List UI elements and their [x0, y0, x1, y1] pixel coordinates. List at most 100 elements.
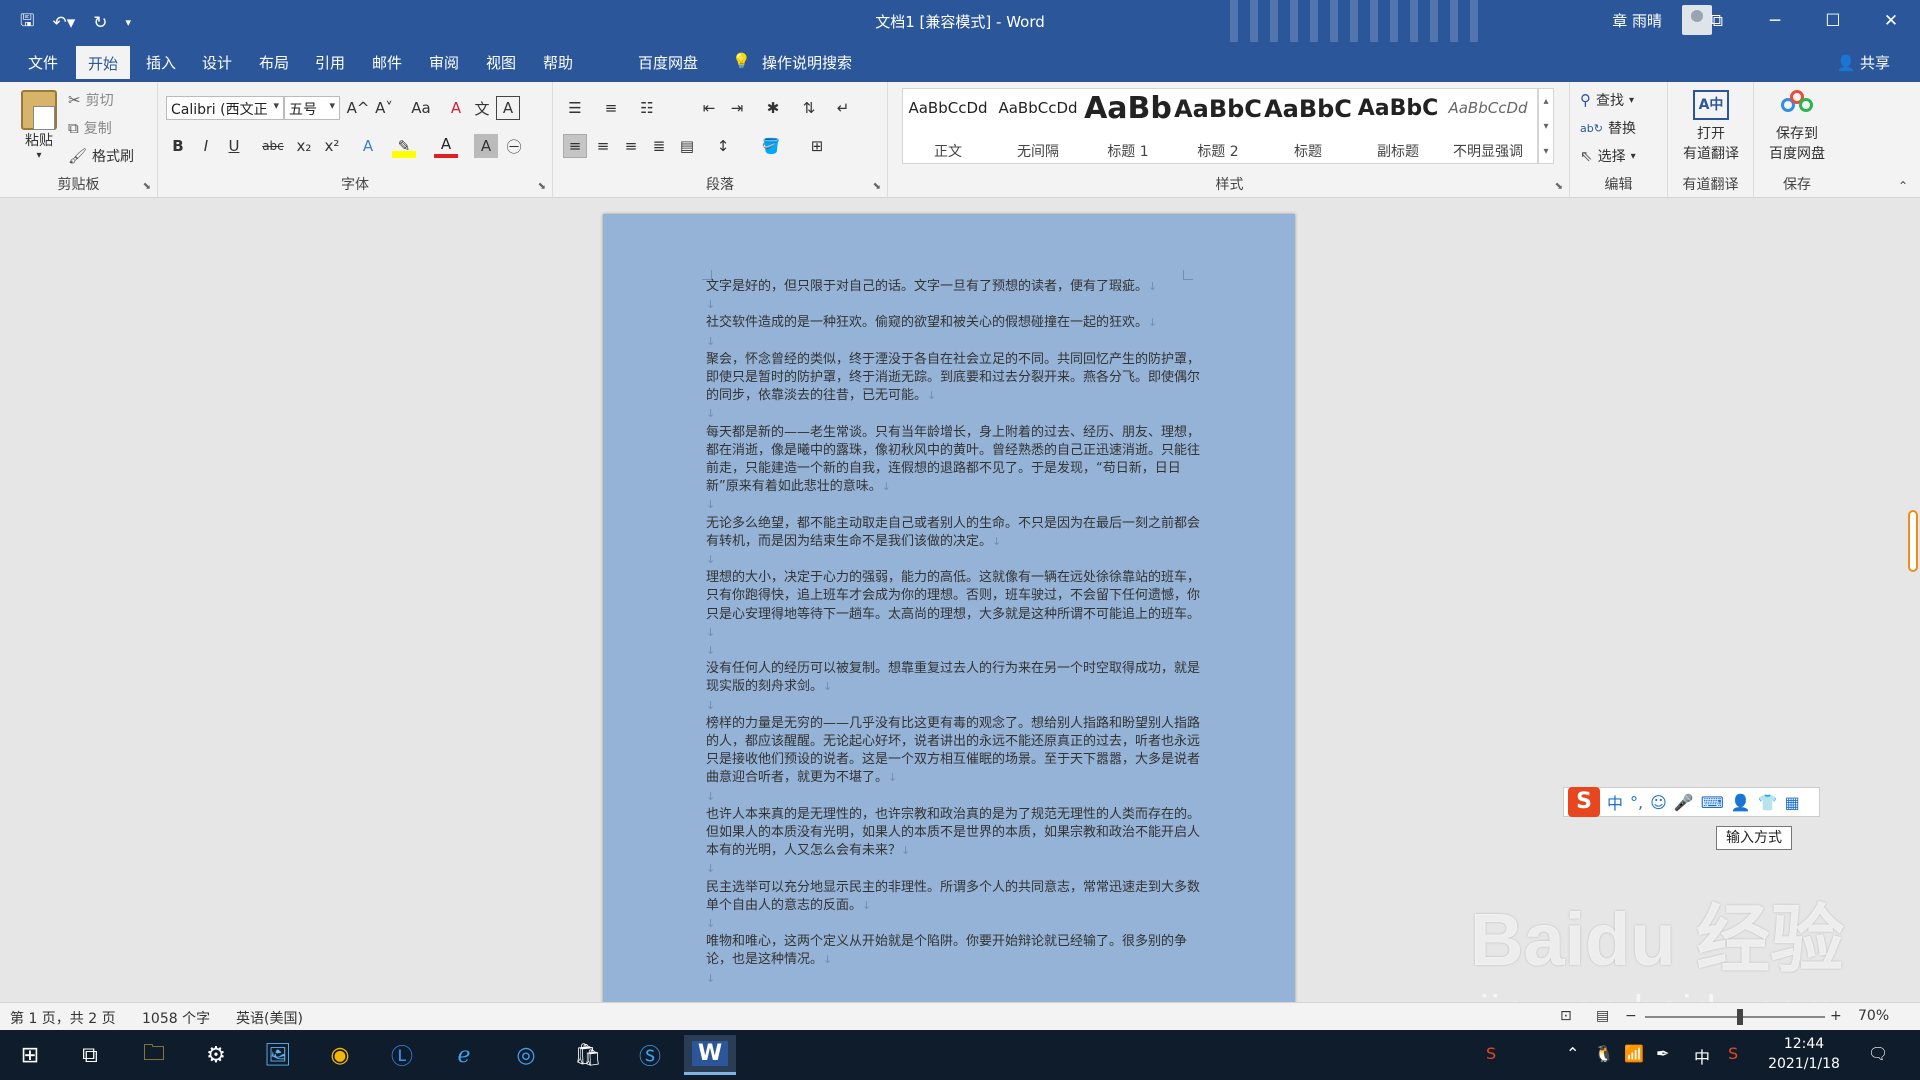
document-paragraph[interactable]: 没有任何人的经历可以被复制。想靠重复过去人的行为来在另一个时空取得成功，就是现实…	[706, 660, 1206, 696]
document-paragraph[interactable]: 文字是好的，但只限于对自己的话。文字一旦有了预想的读者，便有了瑕疵。↓	[706, 278, 1206, 296]
font-color-icon[interactable]: A	[434, 134, 458, 158]
tab-mailings[interactable]: 邮件	[364, 50, 410, 75]
empty-paragraph[interactable]: ↓	[706, 496, 1206, 514]
empty-paragraph[interactable]: ↓	[706, 296, 1206, 314]
ime-keyboard-icon[interactable]: ⌨	[1701, 793, 1724, 812]
tell-me-search[interactable]: 操作说明搜索	[754, 50, 860, 75]
zoom-slider[interactable]	[1645, 1009, 1825, 1025]
style-heading-1[interactable]: AaBb 标题 1	[1083, 89, 1173, 163]
style-no-spacing[interactable]: AaBbCcDd 无间隔	[993, 89, 1083, 163]
replace-button[interactable]: ab↻ 替换	[1580, 118, 1636, 138]
page-count[interactable]: 第 1 页，共 2 页	[10, 1008, 116, 1028]
app-s-icon[interactable]: Ⓢ	[624, 1035, 676, 1075]
copy-button[interactable]: ⧉ 复制	[68, 118, 112, 138]
ime-voice-icon[interactable]: 🎤	[1674, 793, 1694, 812]
align-right-button[interactable]: ≡	[619, 134, 643, 158]
pen-icon[interactable]: ✒	[1656, 1044, 1669, 1063]
word-app-icon[interactable]: W	[684, 1035, 736, 1075]
document-paragraph[interactable]: 聚会，怀念曾经的类似，终于湮没于各自在社会立足的不同。共同回忆产生的防护罩，即使…	[706, 351, 1206, 406]
underline-button[interactable]: U	[222, 134, 246, 158]
ime-mode-chinese[interactable]: 中	[1607, 790, 1623, 814]
line-spacing-icon[interactable]: ↕	[711, 134, 735, 158]
tab-file[interactable]: 文件	[20, 50, 66, 75]
clear-formatting-icon[interactable]: A	[444, 96, 468, 120]
character-border-icon[interactable]: A	[496, 96, 520, 120]
document-paragraph[interactable]: 理想的大小，决定于心力的强弱，能力的高低。这就像有一辆在远处徐徐靠站的班车，只有…	[706, 569, 1206, 642]
bold-button[interactable]: B	[166, 134, 190, 158]
windows-start-icon[interactable]: ⊞	[4, 1035, 56, 1075]
clipboard-launcher-icon[interactable]: ⬊	[143, 181, 151, 192]
sogou-tray-icon-2[interactable]: S	[1728, 1044, 1738, 1063]
settings-icon[interactable]: ⚙	[190, 1035, 242, 1075]
document-paragraph[interactable]: 唯物和唯心，这两个定义从开始就是个陷阱。你要开始辩论就已经输了。很多别的争论，也…	[706, 933, 1206, 969]
document-paragraph[interactable]: 社交软件造成的是一种狂欢。偷窥的欲望和被关心的假想碰撞在一起的狂欢。↓	[706, 314, 1206, 332]
document-paragraph[interactable]: 也许人本来真的是无理性的，也许宗教和政治真的是为了规范无理性的人类而存在的。但如…	[706, 806, 1206, 861]
tab-view[interactable]: 视图	[478, 50, 524, 75]
share-button[interactable]: 👤 共享	[1837, 52, 1890, 73]
empty-paragraph[interactable]: ↓	[706, 970, 1206, 988]
sogou-logo-icon[interactable]: S	[1568, 787, 1600, 817]
paste-dropdown-icon[interactable]: ▾	[14, 150, 64, 161]
text-effects-icon[interactable]: A	[356, 134, 380, 158]
tab-layout[interactable]: 布局	[251, 50, 297, 75]
empty-paragraph[interactable]: ↓	[706, 405, 1206, 423]
search-app-icon[interactable]: ◎	[500, 1035, 552, 1075]
browser-l-icon[interactable]: Ⓛ	[376, 1035, 428, 1075]
zoom-slider-knob[interactable]	[1737, 1009, 1743, 1025]
tab-design[interactable]: 设计	[194, 50, 240, 75]
close-button[interactable]: ✕	[1862, 0, 1920, 42]
ime-toolbox-icon[interactable]: ▦	[1785, 793, 1800, 812]
increase-indent-icon[interactable]: ⇥	[725, 96, 749, 120]
styles-launcher-icon[interactable]: ⬊	[1555, 181, 1563, 192]
document-paragraph[interactable]: 民主选举可以充分地显示民主的非理性。所谓多个人的共同意志，常常迅速走到大多数单个…	[706, 879, 1206, 915]
user-name[interactable]: 章 雨晴	[1612, 10, 1662, 31]
tab-review[interactable]: 审阅	[421, 50, 467, 75]
phonetic-guide-icon[interactable]: 文	[470, 96, 494, 120]
tab-insert[interactable]: 插入	[138, 50, 184, 75]
chinese-layout-icon[interactable]: ✱	[761, 96, 785, 120]
document-body[interactable]: 文字是好的，但只限于对自己的话。文字一旦有了预想的读者，便有了瑕疵。↓ ↓ 社交软件…	[706, 278, 1206, 988]
paste-button[interactable]: 粘贴 ▾	[14, 90, 64, 161]
file-explorer-icon[interactable]: 🗀	[128, 1035, 180, 1075]
styles-scroll[interactable]: ▴ ▾ ▾	[1538, 88, 1554, 164]
tray-expand-icon[interactable]: ⌃	[1566, 1044, 1579, 1063]
document-paragraph[interactable]: 无论多么绝望，都不能主动取走自己或者别人的生命。不只是因为在最后一刻之前都会有转…	[706, 515, 1206, 551]
align-left-button[interactable]: ≡	[563, 134, 587, 158]
italic-button[interactable]: I	[194, 134, 218, 158]
justify-button[interactable]: ≣	[647, 134, 671, 158]
ime-user-icon[interactable]: 👤	[1731, 793, 1751, 812]
decrease-indent-icon[interactable]: ⇤	[697, 96, 721, 120]
empty-paragraph[interactable]: ↓	[706, 551, 1206, 569]
font-name-combo[interactable]: Calibri (西文正	[166, 96, 284, 120]
bullets-icon[interactable]: ☰	[563, 96, 587, 120]
zoom-out-icon[interactable]: −	[1625, 1008, 1637, 1024]
focus-mode-icon[interactable]: ⊡	[1560, 1008, 1572, 1024]
grow-font-icon[interactable]: A^	[346, 96, 370, 120]
save-to-baidu-button[interactable]: 保存到 百度网盘	[1754, 90, 1840, 163]
change-case-icon[interactable]: Aa	[404, 96, 438, 120]
tab-baidu-netdisk[interactable]: 百度网盘	[630, 50, 706, 75]
maximize-button[interactable]: ☐	[1804, 0, 1862, 42]
shading-icon[interactable]: 🪣	[759, 134, 783, 158]
font-launcher-icon[interactable]: ⬊	[538, 181, 546, 192]
word-count[interactable]: 1058 个字	[142, 1008, 210, 1028]
notification-icon[interactable]: 🗨	[1868, 1044, 1888, 1063]
ime-skin-icon[interactable]: 👕	[1758, 793, 1778, 812]
task-view-icon[interactable]: ⧉	[64, 1035, 116, 1075]
style-title[interactable]: AaBbC 标题	[1263, 89, 1353, 163]
document-paragraph[interactable]: 榜样的力量是无穷的——几乎没有比这更有毒的观念了。想给别人指路和盼望别人指路的人…	[706, 715, 1206, 788]
language-status[interactable]: 英语(美国)	[236, 1008, 303, 1028]
paragraph-launcher-icon[interactable]: ⬊	[873, 181, 881, 192]
ribbon-display-options-icon[interactable]: ⧉	[1688, 0, 1746, 42]
internet-explorer-icon[interactable]: ℯ	[438, 1035, 490, 1075]
style-normal[interactable]: AaBbCcDd 正文	[903, 89, 993, 163]
distributed-button[interactable]: ▤	[675, 134, 699, 158]
system-clock[interactable]: 12:44 2021/1/18	[1764, 1034, 1844, 1074]
qq-tray-icon[interactable]: 🐧	[1594, 1044, 1614, 1063]
store-icon[interactable]: 🛍	[562, 1035, 614, 1075]
sogou-tray-icon[interactable]: S	[1486, 1044, 1496, 1063]
open-youdao-button[interactable]: A中 打开 有道翻译	[1672, 90, 1750, 163]
ime-emoji-icon[interactable]: ☺	[1650, 793, 1667, 812]
shrink-font-icon[interactable]: A˅	[372, 96, 396, 120]
zoom-level[interactable]: 70%	[1858, 1008, 1889, 1024]
